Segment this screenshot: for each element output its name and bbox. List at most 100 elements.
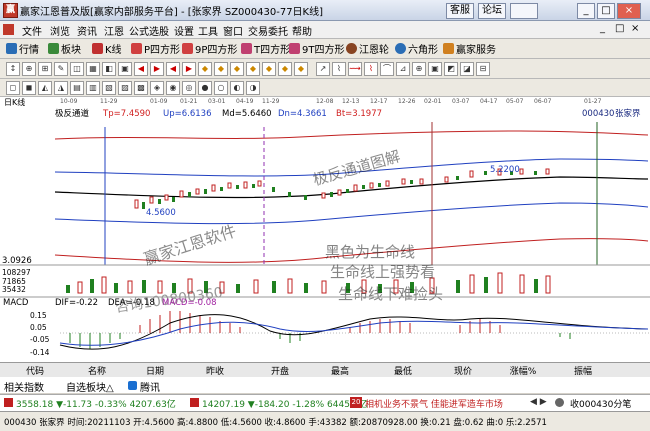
period-tool-icon[interactable]: ◈ [150,81,164,95]
toolbar-gann-wheel-button[interactable]: 江恩轮 [346,41,389,56]
drawing-tool-icon[interactable]: ↗ [316,62,330,76]
drawing-tool-icon[interactable]: ◆ [278,62,292,76]
period-tool-icon[interactable]: ◉ [166,81,180,95]
column-header[interactable]: 日期 [130,364,180,377]
period-tool-icon[interactable]: ◑ [246,81,260,95]
drawing-tool-icon[interactable]: ⌇ [364,62,378,76]
toolbar-sector-button[interactable]: 板块 [48,41,81,56]
menu-file[interactable]: 文件 [22,23,42,38]
drawing-tool-icon[interactable]: ◆ [214,62,228,76]
drawing-tool-icon[interactable]: ◪ [460,62,474,76]
tab-custom-sector[interactable]: 自选板块△ [66,379,114,394]
period-tool-icon[interactable]: ◎ [182,81,196,95]
drawing-tool-icon[interactable]: ◧ [102,62,116,76]
menu-browse[interactable]: 浏览 [50,23,70,38]
child-minimize-button[interactable]: _ [600,23,605,34]
drawing-tool-icon[interactable]: ◆ [294,62,308,76]
drawing-tool-icon[interactable]: ⊕ [22,62,36,76]
kline-chart-area[interactable]: 日K线 10-09 11-29 01-09 01-21 03-01 04-19 … [0,97,650,362]
toolbar-kline-button[interactable]: K线 [92,41,122,56]
drawing-tool-icon[interactable]: ⊕ [412,62,426,76]
period-tool-icon[interactable]: ▨ [118,81,132,95]
drawing-tool-icon[interactable]: ▣ [428,62,442,76]
toolbar-p-square-button[interactable]: P四方形 [131,41,180,56]
drawing-tool-icon[interactable]: ⌒ [380,62,394,76]
drawing-tool-icon[interactable]: ◆ [230,62,244,76]
drawing-tool-icon[interactable]: ◆ [198,62,212,76]
drawing-tool-icon[interactable]: ◆ [246,62,260,76]
drawing-tool-icon[interactable]: ◆ [262,62,276,76]
toolbar-9p-square-button[interactable]: 9P四方形 [182,41,237,56]
menu-trade[interactable]: 交易委托 [248,23,288,38]
column-header[interactable]: 代码 [10,364,60,377]
news-headline[interactable]: 相机业务不景气 佳能进军造车市场 [365,397,503,410]
extra-button[interactable] [510,3,538,19]
toolbar-hexagon-button[interactable]: 六角形 [395,41,438,56]
news-arrows-icon[interactable]: ◀ ▶ [530,397,547,407]
tab-tencent[interactable]: 腾讯 [140,379,160,394]
menu-info[interactable]: 资讯 [77,23,97,38]
tab-related-index[interactable]: 相关指数 [4,379,44,394]
drawing-tool-icon[interactable]: ▶ [150,62,164,76]
drawing-tool-icon[interactable]: ▶ [182,62,196,76]
child-close-button[interactable]: × [631,23,639,34]
drawing-tool-icon[interactable]: ◀ [134,62,148,76]
drawing-tool-icon[interactable]: ◩ [444,62,458,76]
column-header[interactable]: 涨幅% [498,364,548,377]
menu-help[interactable]: 帮助 [292,23,312,38]
column-header[interactable]: 振幅 [558,364,608,377]
period-tool-icon[interactable]: ▧ [102,81,116,95]
customer-service-button[interactable]: 客服 [446,3,474,19]
drawing-tool-icon[interactable]: ⊟ [476,62,490,76]
menu-tools[interactable]: 工具 [198,23,218,38]
child-restore-button[interactable]: □ [615,23,624,34]
up-value: Up=6.6136 [163,109,211,119]
close-button[interactable]: × [617,3,641,19]
column-header[interactable]: 最低 [378,364,428,377]
menu-window[interactable]: 窗口 [223,23,243,38]
toolbar-t-square-button[interactable]: T四方形 [241,41,290,56]
dif-line [59,314,649,350]
toolbar-service-button[interactable]: 赢家服务 [443,41,496,56]
column-header[interactable]: 现价 [438,364,488,377]
period-tool-icon[interactable]: ▩ [134,81,148,95]
period-tool-icon[interactable]: ◻ [6,81,20,95]
period-tool-icon[interactable]: ◼ [22,81,36,95]
menu-settings[interactable]: 设置 [174,23,194,38]
date-tick: 04-17 [480,98,498,105]
period-tool-icon[interactable]: ◭ [38,81,52,95]
menu-formula[interactable]: 公式选股 [129,23,169,38]
column-header[interactable]: 最高 [315,364,365,377]
tick-data-label[interactable]: 收000430分笔 [570,397,631,410]
period-tool-icon[interactable]: ◮ [54,81,68,95]
drawing-tool-icon[interactable]: ◀ [166,62,180,76]
toolbar-9t-square-button[interactable]: 9T四方形 [289,41,344,56]
period-tool-icon[interactable]: ▤ [70,81,84,95]
toolbar-quotes-button[interactable]: 行情 [6,41,39,56]
period-tool-icon[interactable]: ● [198,81,212,95]
minimize-button[interactable]: _ [577,3,595,19]
menu-gann[interactable]: 江恩 [104,23,124,38]
forum-button[interactable]: 论坛 [478,3,506,19]
macd-value: MACD=-0.08 [162,298,217,308]
column-header[interactable]: 昨收 [190,364,240,377]
macd-histogram [60,311,650,349]
drawing-tool-icon[interactable]: ⊞ [38,62,52,76]
maximize-button[interactable]: □ [597,3,615,19]
drawing-tool-icon[interactable]: ✎ [54,62,68,76]
drawing-tool-icon[interactable]: ◫ [70,62,84,76]
column-header[interactable]: 名称 [72,364,122,377]
date-tick: 02-01 [424,98,442,105]
period-tool-icon[interactable]: ◐ [230,81,244,95]
sz-index-text: 14207.19 ▼-184.20 -1.28% 6445.4亿 [202,400,368,410]
drawing-tool-icon[interactable]: ▣ [118,62,132,76]
drawing-tool-icon[interactable]: ⟿ [348,62,362,76]
period-tool-icon[interactable]: ▥ [86,81,100,95]
period-tool-icon[interactable]: ○ [214,81,228,95]
column-header[interactable]: 开盘 [255,364,305,377]
tencent-icon [128,381,137,390]
drawing-tool-icon[interactable]: ⌇ [332,62,346,76]
drawing-tool-icon[interactable]: ⊿ [396,62,410,76]
drawing-tool-icon[interactable]: ↕ [6,62,20,76]
drawing-tool-icon[interactable]: ▦ [86,62,100,76]
